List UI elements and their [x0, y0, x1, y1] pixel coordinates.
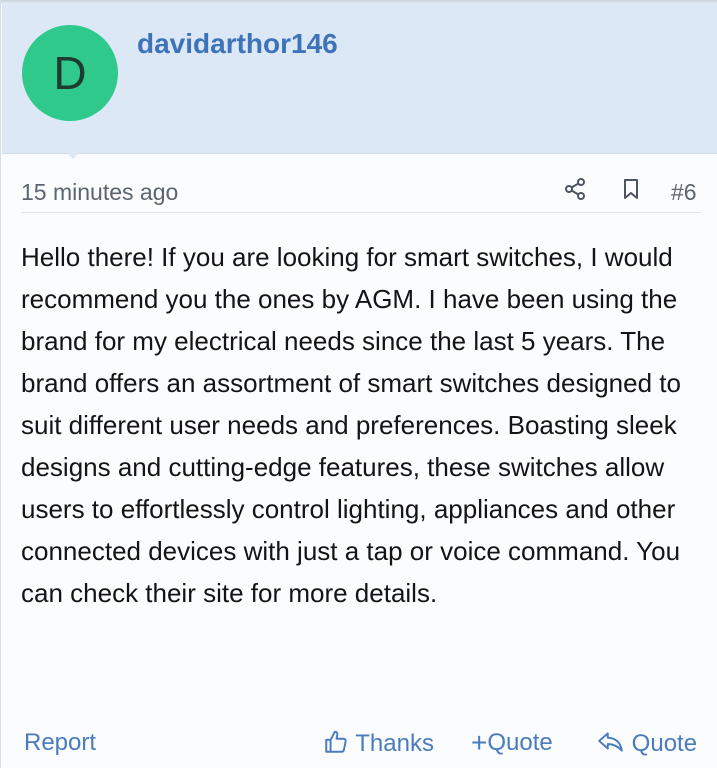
thumbs-up-icon — [325, 730, 347, 753]
avatar[interactable]: D — [22, 25, 118, 121]
thanks-button[interactable]: Thanks — [323, 729, 434, 758]
header-pointer — [58, 144, 88, 159]
multi-quote-label: Quote — [487, 729, 553, 756]
quote-label: Quote — [631, 730, 698, 757]
post-actions-bar: Report Thanks +Quote Quote — [1, 726, 717, 766]
bookmark-icon[interactable] — [619, 177, 643, 201]
post-meta-row: 15 minutes ago #6 — [21, 172, 701, 213]
post-timestamp[interactable]: 15 minutes ago — [21, 179, 178, 206]
report-button[interactable]: Report — [24, 729, 96, 757]
post-number-link[interactable]: #6 — [671, 179, 697, 206]
forum-post: D davidarthor146 15 minutes ago #6 Hello… — [0, 0, 717, 768]
username-link[interactable]: davidarthor146 — [137, 28, 338, 60]
multi-quote-button[interactable]: +Quote — [471, 729, 553, 757]
quote-button[interactable]: Quote — [597, 729, 697, 758]
user-header: D davidarthor146 — [2, 4, 717, 159]
post-body: Hello there! If you are looking for smar… — [21, 242, 681, 608]
thanks-label: Thanks — [355, 730, 434, 757]
reply-icon — [598, 732, 623, 752]
share-icon[interactable] — [563, 177, 587, 201]
plus-icon: + — [471, 727, 488, 758]
